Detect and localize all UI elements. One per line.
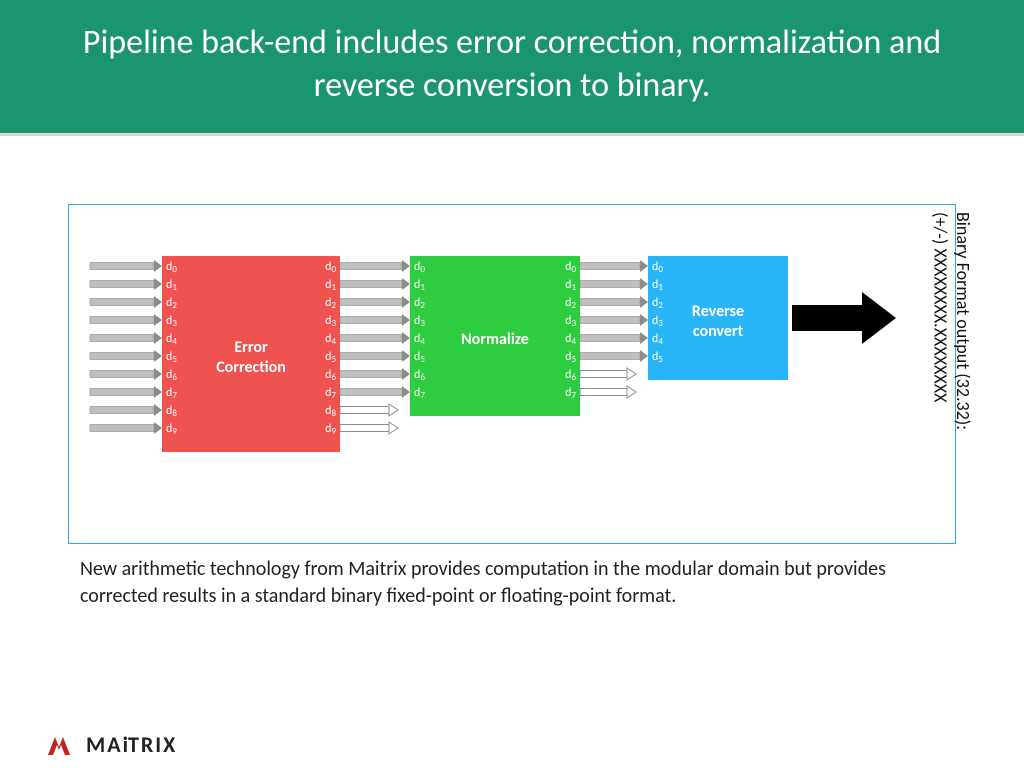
header-title: Pipeline back-end includes error correct… [83,22,941,106]
svg-text:Reverse: Reverse [692,302,744,321]
svg-text:Error: Error [234,338,268,357]
output-line2: (+/-) XXXXXXXX.XXXXXXXX [930,212,952,402]
logo-text: MAiTRIX [86,731,177,758]
output-label: Binary Format output (32.32): (+/-) XXXX… [926,212,974,532]
logo-mark-icon [46,733,80,757]
output-line1: Binary Format output (32.32): [952,212,974,430]
svg-text:Correction: Correction [216,358,286,377]
svg-text:convert: convert [693,322,744,341]
logo: MAiTRIX [46,731,177,758]
diagram-canvas: d0d1d2d3d4d5d6d7d8d9d0d1d2d3d4d5d6d7d8d9… [0,136,1024,768]
caption-text: New arithmetic technology from Maitrix p… [80,556,950,610]
svg-text:Normalize: Normalize [461,330,529,349]
header-banner: Pipeline back-end includes error correct… [0,0,1024,136]
